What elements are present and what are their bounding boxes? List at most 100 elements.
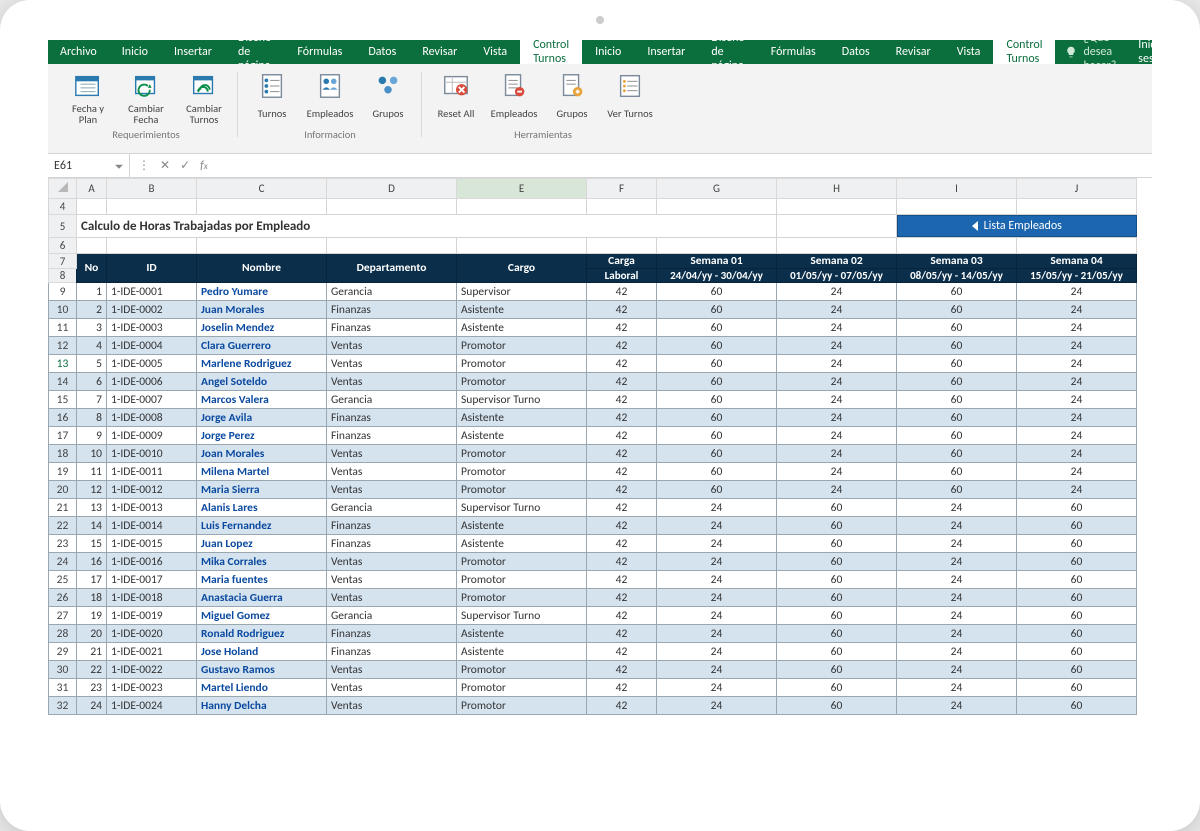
data-cell[interactable]: 60 (897, 301, 1017, 319)
data-cell[interactable]: Promotor (457, 571, 587, 589)
menu-tab-diseño-de-página[interactable]: Diseño de página (225, 40, 284, 64)
data-cell[interactable]: 10 (77, 445, 107, 463)
data-cell[interactable]: 1-IDE-0022 (107, 661, 197, 679)
data-cell[interactable]: Mika Corrales (197, 553, 327, 571)
data-cell[interactable]: Gerancia (327, 499, 457, 517)
data-cell[interactable]: 24 (777, 463, 897, 481)
data-cell[interactable]: 24 (657, 499, 777, 517)
data-cell[interactable]: 60 (657, 409, 777, 427)
data-cell[interactable]: 24 (1017, 463, 1137, 481)
data-cell[interactable]: Promotor (457, 679, 587, 697)
data-cell[interactable]: Supervisor Turno (457, 391, 587, 409)
data-cell[interactable]: 24 (1017, 481, 1137, 499)
sign-in-button[interactable]: Iniciar sesi (1126, 40, 1152, 64)
data-cell[interactable]: 1-IDE-0010 (107, 445, 197, 463)
data-cell[interactable]: 24 (657, 535, 777, 553)
data-cell[interactable]: 1-IDE-0007 (107, 391, 197, 409)
data-cell[interactable]: 18 (77, 589, 107, 607)
data-cell[interactable]: 24 (777, 337, 897, 355)
data-cell[interactable]: Promotor (457, 373, 587, 391)
row-header-11[interactable]: 11 (49, 319, 77, 337)
table-header[interactable]: Semana 04 (1017, 254, 1137, 269)
data-cell[interactable]: 60 (1017, 517, 1137, 535)
data-cell[interactable]: 24 (897, 697, 1017, 715)
data-cell[interactable]: 60 (777, 535, 897, 553)
data-cell[interactable]: 42 (587, 553, 657, 571)
ribbon-btn-cambiar-turnos[interactable]: Cambiar Turnos (176, 68, 232, 127)
data-cell[interactable]: Hanny Delcha (197, 697, 327, 715)
data-cell[interactable]: 60 (657, 391, 777, 409)
cell[interactable] (107, 199, 197, 215)
data-cell[interactable]: 11 (77, 463, 107, 481)
data-cell[interactable]: Asistente (457, 535, 587, 553)
data-cell[interactable]: 24 (1017, 373, 1137, 391)
data-cell[interactable]: 24 (1017, 283, 1137, 301)
data-cell[interactable]: 42 (587, 517, 657, 535)
cell[interactable] (777, 238, 897, 254)
data-cell[interactable]: 1-IDE-0020 (107, 625, 197, 643)
data-cell[interactable]: 60 (897, 337, 1017, 355)
data-cell[interactable]: 1-IDE-0013 (107, 499, 197, 517)
table-header[interactable]: Departamento (327, 254, 457, 283)
lista-empleados-button[interactable]: Lista Empleados (897, 215, 1137, 237)
menu-tab-control-turnos[interactable]: Control Turnos (993, 40, 1055, 64)
cell[interactable] (587, 238, 657, 254)
ribbon-btn-grupos[interactable]: Grupos (360, 68, 416, 127)
data-cell[interactable]: 60 (657, 481, 777, 499)
data-cell[interactable]: 9 (77, 427, 107, 445)
data-cell[interactable]: Finanzas (327, 319, 457, 337)
row-header-21[interactable]: 21 (49, 499, 77, 517)
data-cell[interactable]: 60 (897, 463, 1017, 481)
data-cell[interactable]: 1 (77, 283, 107, 301)
data-cell[interactable]: Miguel Gomez (197, 607, 327, 625)
select-all-corner[interactable] (49, 179, 77, 199)
menu-tab-revisar[interactable]: Revisar (409, 40, 470, 64)
row-header-22[interactable]: 22 (49, 517, 77, 535)
data-cell[interactable]: Ventas (327, 481, 457, 499)
data-cell[interactable]: 24 (897, 643, 1017, 661)
data-cell[interactable]: 42 (587, 283, 657, 301)
data-cell[interactable]: 24 (1017, 409, 1137, 427)
col-header-B[interactable]: B (107, 179, 197, 199)
data-cell[interactable]: Ventas (327, 697, 457, 715)
row-header-9[interactable]: 9 (49, 283, 77, 301)
col-header-D[interactable]: D (327, 179, 457, 199)
data-cell[interactable]: 24 (1017, 355, 1137, 373)
cell[interactable] (1017, 238, 1137, 254)
data-cell[interactable]: Maria fuentes (197, 571, 327, 589)
menu-tab-inicio[interactable]: Inicio (109, 40, 161, 64)
row-header-15[interactable]: 15 (49, 391, 77, 409)
data-cell[interactable]: 60 (897, 373, 1017, 391)
data-cell[interactable]: 24 (1017, 391, 1137, 409)
data-cell[interactable]: Alanis Lares (197, 499, 327, 517)
formula-input[interactable] (216, 154, 1152, 177)
data-cell[interactable]: Promotor (457, 589, 587, 607)
data-cell[interactable]: 24 (777, 301, 897, 319)
data-cell[interactable]: 1-IDE-0024 (107, 697, 197, 715)
data-cell[interactable]: 60 (897, 283, 1017, 301)
data-cell[interactable]: 42 (587, 643, 657, 661)
row-header-6[interactable]: 6 (49, 238, 77, 254)
cell[interactable] (457, 199, 587, 215)
data-cell[interactable]: 42 (587, 463, 657, 481)
table-header[interactable]: ID (107, 254, 197, 283)
menu-tab-datos[interactable]: Datos (355, 40, 409, 64)
row-header-31[interactable]: 31 (49, 679, 77, 697)
data-cell[interactable]: Promotor (457, 553, 587, 571)
data-cell[interactable]: 42 (587, 301, 657, 319)
data-cell[interactable]: 24 (897, 661, 1017, 679)
data-cell[interactable]: 1-IDE-0004 (107, 337, 197, 355)
menu-tab-inicio[interactable]: Inicio (582, 40, 634, 64)
menu-tab-diseño-de-página[interactable]: Diseño de página (698, 40, 757, 64)
row-header-13[interactable]: 13 (49, 355, 77, 373)
data-cell[interactable]: 60 (1017, 589, 1137, 607)
data-cell[interactable]: 24 (657, 517, 777, 535)
cell[interactable] (777, 215, 897, 238)
data-cell[interactable]: Marlene Rodriguez (197, 355, 327, 373)
data-cell[interactable]: 1-IDE-0005 (107, 355, 197, 373)
row-header-20[interactable]: 20 (49, 481, 77, 499)
data-cell[interactable]: 15 (77, 535, 107, 553)
data-cell[interactable]: 60 (777, 625, 897, 643)
data-cell[interactable]: 1-IDE-0002 (107, 301, 197, 319)
data-cell[interactable]: Ventas (327, 589, 457, 607)
